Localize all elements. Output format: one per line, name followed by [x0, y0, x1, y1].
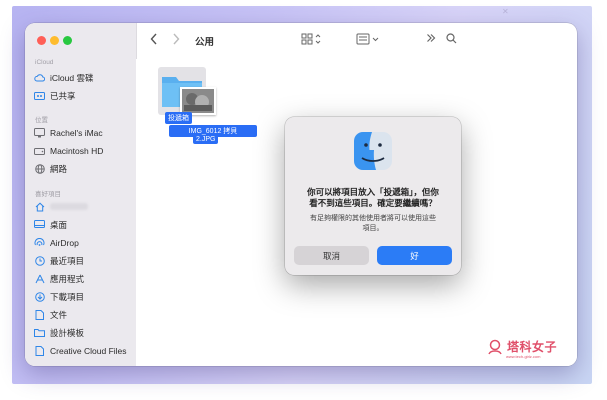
redacted-username [50, 203, 88, 210]
sidebar-item-label: 設計模板 [50, 327, 85, 338]
folder-icon [34, 327, 45, 338]
forward-button[interactable] [172, 33, 180, 45]
toolbar: 公用 [136, 23, 577, 59]
watermark-text: 塔科女子 [507, 340, 558, 354]
download-icon [34, 291, 45, 302]
folder-title: 公用 [195, 37, 215, 48]
wallpaper-close-icon: ✕ [502, 7, 509, 16]
sidebar-item-applications[interactable]: 應用程式 [34, 271, 132, 286]
sidebar-item-label: 最近項目 [50, 255, 85, 266]
sidebar: iCloud iCloud 雲碟 已共享 位置 Rachel's iMac Ma… [25, 23, 137, 366]
home-icon [34, 201, 45, 212]
sidebar-item-documents[interactable]: 文件 [34, 307, 132, 322]
sidebar-item-downloads[interactable]: 下載項目 [34, 289, 132, 304]
photo-icon [182, 89, 214, 113]
alert-dialog: 你可以將項目放入「投遞箱」，但你 看不到這些項目。確定要繼續嗎？ 有足夠權限的其… [285, 117, 461, 275]
sidebar-item-label: Rachel's iMac [50, 127, 103, 138]
sidebar-item-icloud-drive[interactable]: iCloud 雲碟 [34, 70, 132, 85]
view-mode-button[interactable] [301, 33, 321, 45]
sidebar-item-creative-cloud-files[interactable]: Creative Cloud Files [34, 343, 132, 358]
sidebar-item-airdrop[interactable]: AirDrop [34, 235, 132, 250]
sidebar-item-label: iCloud 雲碟 [50, 72, 94, 83]
chevron-right-icon [173, 33, 180, 45]
sidebar-item-label: 桌面 [50, 219, 68, 230]
drop-box-folder[interactable] [158, 67, 216, 115]
file-name-label-line-2: 2.JPG [193, 135, 219, 144]
more-toolbar-button[interactable] [426, 33, 436, 43]
close-window-button[interactable] [37, 36, 46, 45]
dialog-message-line-2: 項目。 [362, 225, 384, 232]
watermark-url: www.tech-girlz.com [506, 354, 541, 359]
hard-drive-icon [34, 145, 45, 156]
dialog-message: 有足夠權限的其他使用者將可以使用這些 項目。 [299, 214, 447, 234]
sidebar-item-shared[interactable]: 已共享 [34, 88, 132, 103]
network-globe-icon [34, 163, 45, 174]
sidebar-section-locations: 位置 [35, 117, 48, 124]
cancel-button[interactable]: 取消 [294, 246, 369, 265]
dialog-title: 你可以將項目放入「投遞箱」，但你 看不到這些項目。確定要繼續嗎？ [293, 187, 453, 209]
sidebar-section-icloud: iCloud [35, 59, 54, 66]
sidebar-item-label: 網路 [50, 163, 68, 174]
sidebar-item-label: Creative Cloud Files [50, 345, 127, 356]
sidebar-item-label: 應用程式 [50, 273, 85, 284]
image-thumbnail[interactable] [180, 87, 216, 115]
group-icon [356, 33, 379, 45]
imac-icon [34, 127, 45, 138]
watermark: 塔科女子 www.tech-girlz.com [486, 338, 558, 359]
applications-icon [34, 273, 45, 284]
ok-button[interactable]: 好 [377, 246, 452, 265]
cloud-icon [34, 72, 45, 83]
sidebar-item-network[interactable]: 網路 [34, 161, 132, 176]
sidebar-item-label: Macintosh HD [50, 145, 104, 156]
sidebar-item-design-templates[interactable]: 設計模板 [34, 325, 132, 340]
sidebar-item-label: 下載項目 [50, 291, 85, 302]
sidebar-item-label: AirDrop [50, 237, 79, 248]
search-button[interactable] [446, 33, 457, 44]
sidebar-item-desktop[interactable]: 桌面 [34, 217, 132, 232]
clock-icon [34, 255, 45, 266]
sidebar-item-macintosh-hd[interactable]: Macintosh HD [34, 143, 132, 158]
sidebar-item-label: 已共享 [50, 90, 76, 101]
dialog-message-line-1: 有足夠權限的其他使用者將可以使用這些 [310, 215, 436, 222]
document-icon [34, 309, 45, 320]
desktop-icon [34, 219, 45, 230]
group-button[interactable] [356, 33, 380, 45]
folder-name-label: 投遞箱 [165, 112, 192, 124]
airdrop-icon [34, 237, 45, 248]
sidebar-item-recents[interactable]: 最近項目 [34, 253, 132, 268]
dialog-title-line-2: 看不到這些項目。確定要繼續嗎？ [309, 198, 437, 208]
dialog-title-line-1: 你可以將項目放入「投遞箱」，但你 [307, 187, 439, 197]
sidebar-item-imac[interactable]: Rachel's iMac [34, 125, 132, 140]
chevron-left-icon [150, 33, 157, 45]
back-button[interactable] [150, 33, 158, 45]
watermark-logo-icon [488, 339, 502, 354]
creative-cloud-files-icon [34, 345, 45, 356]
search-icon [446, 33, 457, 44]
double-chevron-icon [427, 34, 436, 42]
finder-app-icon [353, 131, 393, 171]
sidebar-section-favorites: 喜好項目 [35, 191, 61, 198]
grid-view-icon [301, 33, 321, 45]
shared-folder-icon [34, 90, 45, 101]
sidebar-item-home[interactable] [34, 199, 132, 214]
sidebar-item-label: 文件 [50, 309, 68, 320]
zoom-window-button[interactable] [63, 36, 72, 45]
minimize-window-button[interactable] [50, 36, 59, 45]
